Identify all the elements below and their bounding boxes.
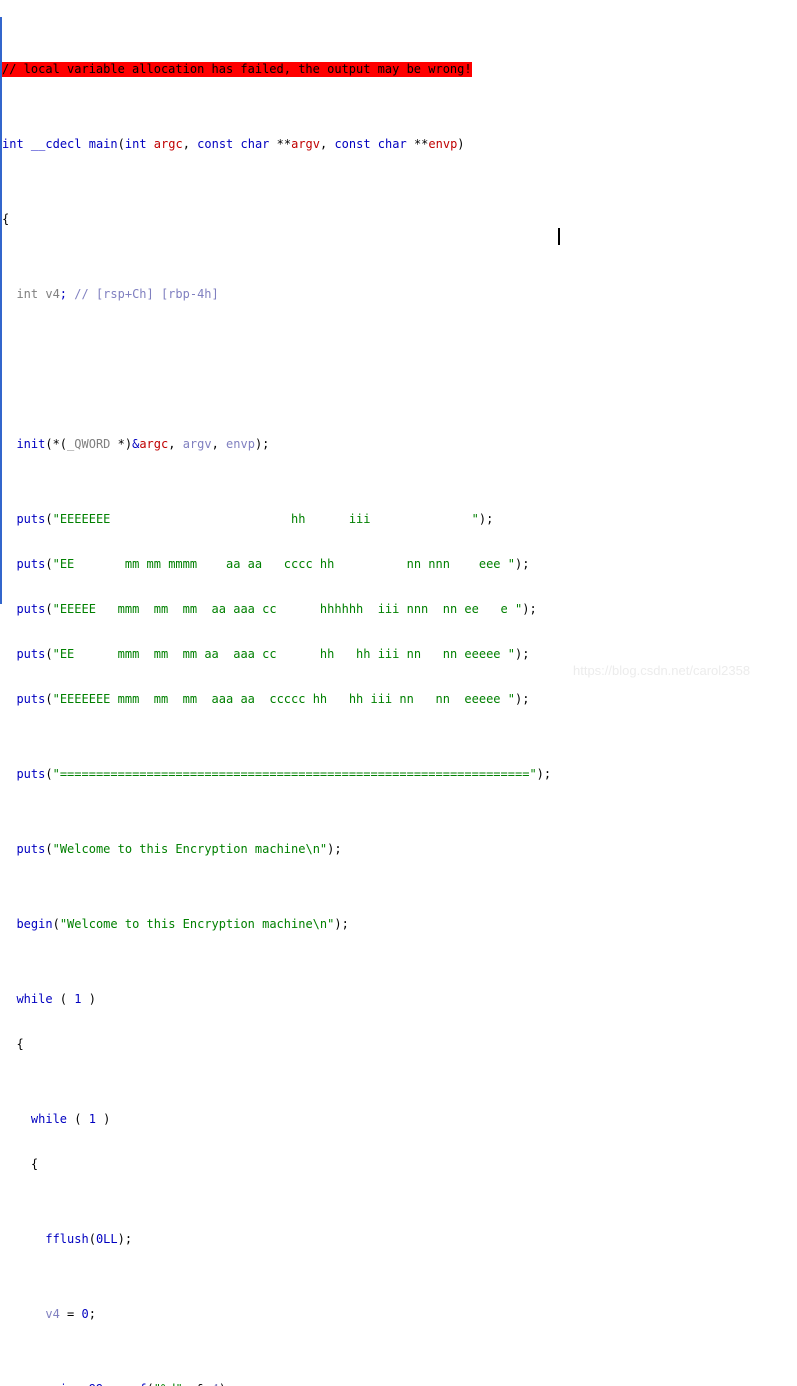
banner-row-4: EE mmm mm mm aa aaa cc hh hh iii nn nn e… (59, 647, 508, 661)
text-caret (558, 228, 560, 245)
local-var-warning-banner: // local variable allocation has failed,… (2, 62, 472, 77)
code-line-inner-open-brace: { (2, 1157, 39, 1171)
code-line-fflush[interactable]: fflush(0LL); (0, 1232, 551, 1247)
code-line-banner-3[interactable]: puts("EEEEE mmm mm mm aa aaa cc hhhhhh i… (0, 602, 551, 617)
code-line-welcome-begin[interactable]: begin("Welcome to this Encryption machin… (0, 917, 551, 932)
code-line-local-decl[interactable]: int v4; // [rsp+Ch] [rbp-4h] (0, 287, 551, 302)
banner-separator: ========================================… (59, 767, 530, 781)
banner-row-2: EE mm mm mmmm aa aa cccc hh nn nnn eee (59, 557, 508, 571)
code-line-init-call[interactable]: init(*(_QWORD *)&argc, argv, envp); (0, 437, 551, 452)
code-line-banner-1[interactable]: puts("EEEEEEE hh iii "); (0, 512, 551, 527)
code-line-welcome-puts[interactable]: puts("Welcome to this Encryption machine… (0, 842, 551, 857)
code-listing[interactable]: // local variable allocation has failed,… (0, 2, 551, 1386)
code-line-function-signature[interactable]: int __cdecl main(int argc, const char **… (0, 137, 551, 152)
pseudocode-view[interactable]: // local variable allocation has failed,… (0, 0, 797, 1386)
code-line-inner-while[interactable]: while ( 1 ) (0, 1112, 551, 1127)
code-line-outer-open-brace: { (2, 1037, 24, 1051)
banner-row-5: EEEEEEE mmm mm mm aaa aa ccccc hh hh iii… (59, 692, 508, 706)
code-line-banner-5[interactable]: puts("EEEEEEE mmm mm mm aaa aa ccccc hh … (0, 692, 551, 707)
watermark: https://blog.csdn.net/carol2358 (573, 663, 751, 678)
code-line-v4-assign[interactable]: v4 = 0; (0, 1307, 551, 1322)
code-line-warning: // local variable allocation has failed,… (0, 62, 551, 77)
code-line-banner-2[interactable]: puts("EE mm mm mmmm aa aa cccc hh nn nnn… (0, 557, 551, 572)
banner-row-1: EEEEEEE hh iii (59, 512, 472, 526)
code-line-separator[interactable]: puts("==================================… (0, 767, 551, 782)
welcome-string-2: Welcome to this Encryption machine\n (67, 917, 328, 931)
code-line-banner-4[interactable]: puts("EE mmm mm mm aa aaa cc hh hh iii n… (0, 647, 551, 662)
banner-row-3: EEEEE mmm mm mm aa aaa cc hhhhhh iii nnn… (59, 602, 515, 616)
scanf-format: %d (161, 1382, 175, 1386)
welcome-string: Welcome to this Encryption machine\n (59, 842, 320, 856)
code-line-scanf[interactable]: __isoc99_scanf("%d", &v4); (0, 1382, 551, 1386)
code-line-outer-while[interactable]: while ( 1 ) (0, 992, 551, 1007)
code-line-open-brace: { (2, 212, 10, 226)
